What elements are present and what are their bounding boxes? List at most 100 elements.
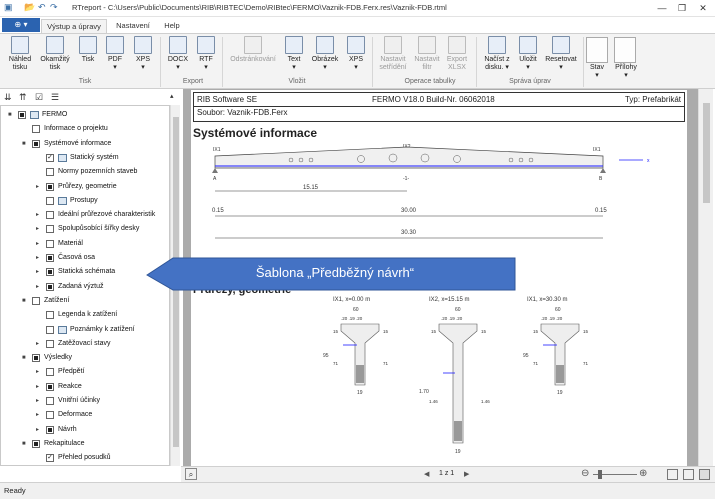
pdf-button[interactable]: PDF ▾ — [102, 36, 128, 72]
quick-print-button[interactable]: Okamžitý tisk — [36, 36, 74, 72]
tree-item[interactable]: Poznámky k zatížení — [1, 323, 169, 337]
minimize-button[interactable]: — — [652, 1, 672, 15]
page-width-view-icon[interactable] — [699, 469, 710, 480]
maximize-button[interactable]: ❐ — [672, 1, 692, 15]
tree-checkbox[interactable] — [32, 125, 40, 134]
attachments-button[interactable]: Přílohy ▾ — [611, 64, 641, 80]
tree-checkbox[interactable] — [46, 268, 54, 277]
tree-item[interactable]: ■ Zatížení — [1, 294, 169, 308]
expander-icon[interactable]: ▸ — [36, 208, 39, 222]
tab-nastaveni[interactable]: Nastavení — [110, 19, 156, 33]
tree-item[interactable]: ▸ Spolupůsobící šířky desky — [1, 222, 169, 236]
close-button[interactable]: ✕ — [693, 1, 713, 15]
tree-item[interactable]: ▸ Časová osa — [1, 251, 169, 265]
tree-item[interactable]: ✓ Přehled posudků — [1, 451, 169, 465]
expander-icon[interactable]: ▸ — [36, 251, 39, 265]
expander-icon[interactable]: ■ — [22, 294, 26, 308]
collapse-all-icon[interactable]: ⇈ — [19, 92, 27, 103]
tree-checkbox[interactable] — [32, 296, 40, 305]
tree-checkbox[interactable] — [46, 254, 54, 262]
insert-text-button[interactable]: Text ▾ — [282, 36, 306, 72]
expander-icon[interactable]: ▸ — [36, 365, 39, 379]
export-xlsx-button[interactable]: Export XLSX — [444, 36, 470, 72]
load-from-disk-button[interactable]: Načíst z disku. ▾ — [480, 36, 514, 72]
expander-icon[interactable]: ■ — [8, 108, 12, 122]
xps-button[interactable]: XPS ▾ — [130, 36, 156, 72]
tab-vystup-a-upravy[interactable]: Výstup a úpravy — [41, 19, 107, 33]
expander-icon[interactable]: ▸ — [36, 423, 39, 437]
tree-item[interactable]: ▸ Průřezy, geometrie — [1, 180, 169, 194]
expander-icon[interactable]: ▸ — [36, 394, 39, 408]
tree-item[interactable]: ▸ Reakce — [1, 380, 169, 394]
set-filter-button[interactable]: Nastavit filtr — [412, 36, 442, 72]
tree-item[interactable]: ▸ Vnitřní účinky — [1, 394, 169, 408]
tree-checkbox[interactable] — [46, 182, 54, 191]
save-button[interactable]: Uložit ▾ — [516, 36, 540, 72]
tree-checkbox[interactable] — [32, 439, 40, 448]
next-page-button[interactable]: ▶ — [464, 470, 469, 478]
page-break-button[interactable]: Odstránkování — [226, 36, 280, 64]
tree-item[interactable]: ■ Rekapitulace — [1, 437, 169, 451]
expander-icon[interactable]: ▸ — [36, 237, 39, 251]
tree-checkbox[interactable] — [46, 339, 54, 348]
zoom-in-button[interactable]: ⊕ — [639, 468, 647, 479]
search-icon[interactable]: ⌕ — [185, 468, 197, 480]
tree-checkbox[interactable] — [46, 425, 54, 434]
docx-button[interactable]: DOCX ▾ — [164, 36, 192, 72]
open-icon[interactable]: 📂 — [24, 2, 35, 13]
tree-item[interactable]: ■ FERMO — [1, 108, 169, 122]
zoom-out-button[interactable]: ⊖ — [581, 468, 589, 479]
tree-item[interactable]: ■ Systémové informace — [1, 137, 169, 151]
expander-icon[interactable]: ▸ — [36, 265, 39, 279]
state-button[interactable]: Stav ▾ — [584, 64, 610, 80]
tree-item[interactable]: ▸ Statická schémata — [1, 265, 169, 279]
insert-xps-button[interactable]: XPS ▾ — [344, 36, 368, 72]
expander-icon[interactable]: ▸ — [36, 408, 39, 422]
preview-scrollbar-thumb[interactable] — [703, 103, 710, 203]
tree-checkbox[interactable] — [46, 368, 54, 377]
expander-icon[interactable]: ▸ — [36, 337, 39, 351]
tree-checkbox[interactable] — [46, 168, 54, 177]
expander-icon[interactable]: ▸ — [36, 180, 39, 194]
zoom-slider-thumb[interactable] — [598, 470, 602, 479]
prev-page-button[interactable]: ◀ — [424, 470, 429, 478]
tree-checkbox[interactable] — [46, 411, 54, 420]
tree-item[interactable]: ▸ Předpětí — [1, 365, 169, 379]
tree-checkbox[interactable] — [46, 382, 54, 391]
check-all-icon[interactable]: ☑ — [35, 92, 43, 103]
tree-checkbox[interactable] — [46, 196, 54, 205]
expander-icon[interactable]: ■ — [22, 137, 26, 151]
preview-scrollbar[interactable] — [698, 89, 713, 466]
list-icon[interactable]: ☰ — [51, 92, 59, 103]
print-button[interactable]: Tisk — [76, 36, 100, 64]
tree-item[interactable]: ▸ Zatěžovací stavy — [1, 337, 169, 351]
expander-icon[interactable]: ▸ — [36, 222, 39, 236]
file-menu-button[interactable]: ⊕ ▾ — [2, 18, 40, 32]
tree-checkbox[interactable] — [46, 211, 54, 220]
tree-checkbox[interactable]: ✓ — [46, 454, 54, 463]
set-sort-button[interactable]: Nastavit setřídění — [376, 36, 410, 72]
reset-button[interactable]: Resetovat ▾ — [542, 36, 580, 72]
tree-checkbox[interactable] — [46, 282, 54, 291]
tree-item[interactable]: ▸ Ideální průřezové charakteristik — [1, 208, 169, 222]
tree-checkbox[interactable] — [32, 354, 40, 363]
tree-item[interactable]: ■ Výsledky — [1, 351, 169, 365]
expander-icon[interactable]: ▸ — [36, 380, 39, 394]
tree-checkbox[interactable] — [46, 311, 54, 320]
tree-checkbox[interactable] — [46, 397, 54, 405]
tree-item[interactable]: Legenda k zatížení — [1, 308, 169, 322]
insert-image-button[interactable]: Obrázek ▾ — [308, 36, 342, 72]
tree-item[interactable]: ▸ Deformace — [1, 408, 169, 422]
expander-icon[interactable]: ■ — [22, 437, 26, 451]
tree-checkbox[interactable]: ✓ — [46, 153, 54, 162]
tree-item[interactable]: Prostupy — [1, 194, 169, 208]
tree-item[interactable]: ▸ Zadaná výztuž — [1, 280, 169, 294]
redo-icon[interactable]: ↷ — [50, 2, 58, 13]
expander-icon[interactable]: ■ — [22, 351, 26, 365]
tree-checkbox[interactable] — [18, 111, 26, 119]
expander-icon[interactable]: ▸ — [36, 280, 39, 294]
undo-icon[interactable]: ↶ — [38, 2, 46, 13]
tree-item[interactable]: Informace o projektu — [1, 122, 169, 136]
tree-item[interactable]: ▸ Návrh — [1, 423, 169, 437]
single-page-view-icon[interactable] — [667, 469, 678, 480]
